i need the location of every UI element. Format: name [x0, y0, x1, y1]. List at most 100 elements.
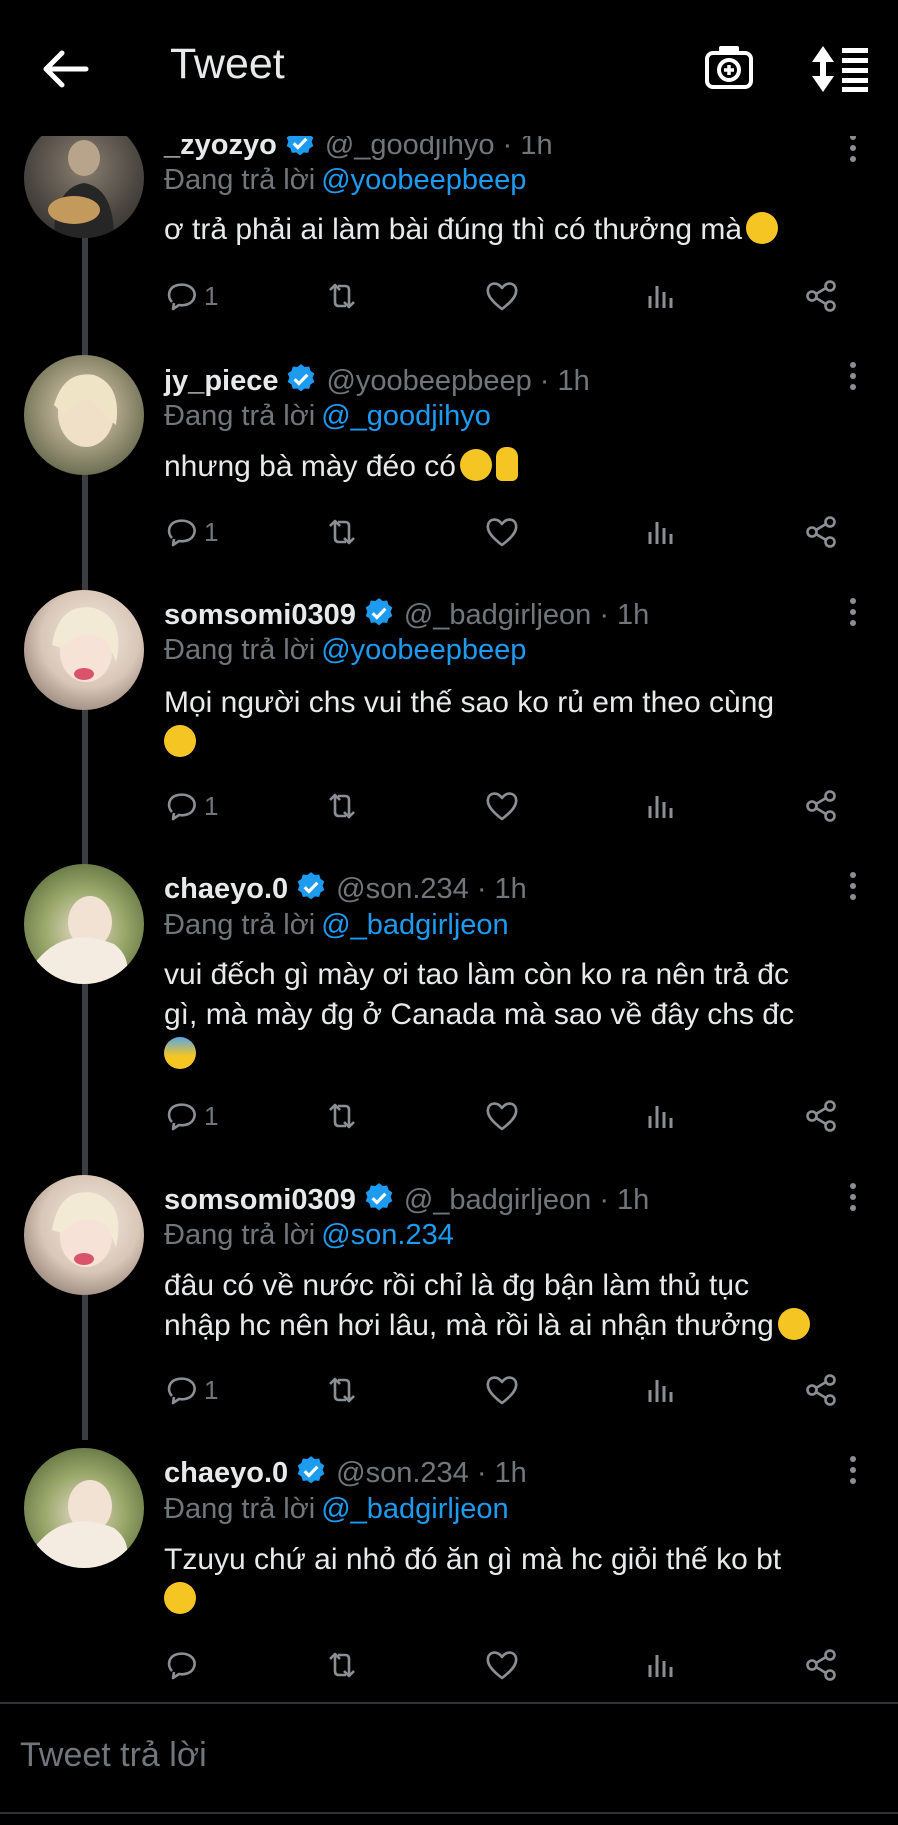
more-options-icon[interactable]	[848, 361, 858, 391]
heart-icon	[486, 792, 518, 821]
analytics-icon	[648, 1106, 673, 1128]
mention-link[interactable]: @_badgirljeon	[321, 909, 508, 941]
retweet-button[interactable]	[324, 1370, 360, 1410]
back-arrow-icon[interactable]	[40, 44, 90, 94]
reply-context: Đang trả lời @yoobeepbeep	[164, 634, 527, 666]
reply-button[interactable]: 1	[164, 1370, 218, 1410]
display-name[interactable]: chaeyo.0	[164, 1457, 288, 1489]
reply-context: Đang trả lời @_badgirljeon	[164, 1493, 509, 1525]
verified-badge-icon	[297, 1456, 325, 1484]
share-icon	[806, 790, 836, 822]
retweet-button[interactable]	[324, 786, 360, 826]
reply-count: 1	[204, 280, 219, 311]
share-icon	[806, 1649, 836, 1681]
like-button[interactable]	[484, 512, 520, 552]
analytics-button[interactable]	[644, 1645, 680, 1685]
verified-badge-icon	[365, 598, 393, 626]
timestamp: · 1h	[599, 1184, 650, 1216]
like-button[interactable]	[484, 1645, 520, 1685]
analytics-button[interactable]	[644, 1370, 680, 1410]
analytics-icon	[648, 522, 673, 544]
avatar[interactable]	[24, 118, 144, 238]
sort-replies-icon[interactable]	[810, 44, 872, 94]
analytics-button[interactable]	[644, 512, 680, 552]
heart-icon	[486, 1376, 518, 1405]
heart-icon	[486, 1102, 518, 1131]
retweet-icon	[329, 519, 355, 545]
reply-icon	[167, 283, 196, 311]
reply-icon	[167, 519, 196, 547]
retweet-button[interactable]	[324, 276, 360, 316]
display-name[interactable]: jy_piece	[164, 365, 278, 397]
mention-link[interactable]: @_badgirljeon	[321, 1493, 508, 1525]
timestamp: · 1h	[539, 365, 590, 397]
grinning-emoji	[459, 449, 492, 481]
more-options-icon[interactable]	[848, 133, 858, 163]
display-name[interactable]: somsomi0309	[164, 599, 356, 631]
analytics-button[interactable]	[644, 276, 680, 316]
reply-count: 1	[204, 516, 219, 547]
display-name[interactable]: chaeyo.0	[164, 873, 288, 905]
retweet-icon	[329, 283, 355, 309]
composer-divider	[0, 1702, 898, 1704]
pleading-face-emoji	[164, 725, 196, 757]
display-name[interactable]: somsomi0309	[164, 1184, 356, 1216]
more-options-icon[interactable]	[848, 1182, 858, 1212]
reply-context: Đang trả lời @son.234	[164, 1219, 454, 1251]
tweet-text: nhưng bà mày đéo có	[164, 447, 868, 487]
retweet-icon	[329, 1103, 355, 1129]
share-button[interactable]	[804, 1645, 840, 1685]
reply-button[interactable]: 1	[164, 276, 218, 316]
mention-link[interactable]: @_goodjihyo	[321, 400, 491, 432]
action-bar: 1	[164, 1096, 864, 1136]
retweet-button[interactable]	[324, 1096, 360, 1136]
retweet-button[interactable]	[324, 1645, 360, 1685]
action-bar: 1	[164, 512, 864, 552]
top-bar: Tweet	[0, 0, 898, 136]
analytics-button[interactable]	[644, 1096, 680, 1136]
share-button[interactable]	[804, 512, 840, 552]
timestamp: · 1h	[599, 599, 650, 631]
retweet-button[interactable]	[324, 512, 360, 552]
more-options-icon[interactable]	[848, 1455, 858, 1485]
like-button[interactable]	[484, 1370, 520, 1410]
reply-button[interactable]: 1	[164, 786, 218, 826]
more-options-icon[interactable]	[848, 871, 858, 901]
avatar[interactable]	[24, 1448, 144, 1568]
share-icon	[806, 1100, 836, 1132]
like-button[interactable]	[484, 786, 520, 826]
share-button[interactable]	[804, 276, 840, 316]
retweet-icon	[329, 1377, 355, 1403]
reply-composer-input[interactable]: Tweet trả lời	[20, 1736, 207, 1775]
reply-button[interactable]: 1	[164, 512, 218, 552]
reply-button[interactable]	[164, 1645, 204, 1685]
mention-link[interactable]: @yoobeepbeep	[321, 634, 526, 666]
action-bar: 1	[164, 786, 864, 826]
avatar[interactable]	[24, 1175, 144, 1295]
more-options-icon[interactable]	[848, 597, 858, 627]
heart-icon	[486, 518, 518, 547]
reply-button[interactable]: 1	[164, 1096, 218, 1136]
mention-link[interactable]: @yoobeepbeep	[321, 164, 526, 196]
retweet-icon	[329, 793, 355, 819]
avatar[interactable]	[24, 590, 144, 710]
page-title: Tweet	[170, 40, 285, 88]
user-handle: @son.234	[336, 873, 469, 905]
tweet-text: Mọi người chs vui thế sao ko rủ em theo …	[164, 683, 868, 763]
analytics-button[interactable]	[644, 786, 680, 826]
avatar[interactable]	[24, 355, 144, 475]
like-button[interactable]	[484, 1096, 520, 1136]
camera-add-icon[interactable]	[704, 42, 754, 92]
reply-context: Đang trả lời @yoobeepbeep	[164, 164, 527, 196]
share-button[interactable]	[804, 786, 840, 826]
analytics-icon	[648, 1380, 673, 1402]
mention-link[interactable]: @son.234	[321, 1219, 454, 1251]
tweet-text: đâu có về nước rồi chỉ là đg bận làm thủ…	[164, 1266, 868, 1346]
retweet-icon	[329, 1652, 355, 1678]
avatar[interactable]	[24, 864, 144, 984]
share-button[interactable]	[804, 1096, 840, 1136]
share-button[interactable]	[804, 1370, 840, 1410]
like-button[interactable]	[484, 276, 520, 316]
user-handle: @son.234	[336, 1457, 469, 1489]
user-handle: @_badgirljeon	[403, 1184, 592, 1216]
